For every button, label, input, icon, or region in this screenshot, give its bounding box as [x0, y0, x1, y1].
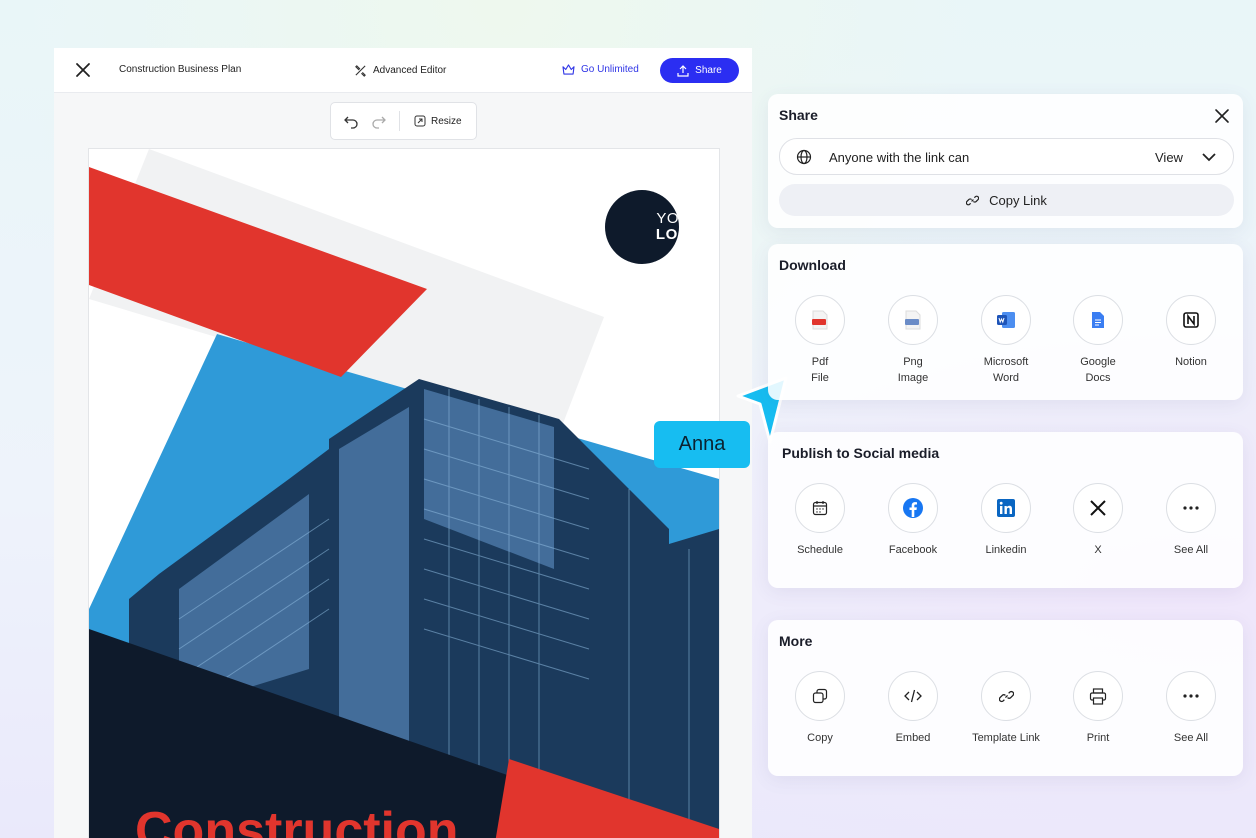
link-access-select[interactable]: Anyone with the link can View [779, 138, 1234, 175]
share-button[interactable]: Share [660, 58, 739, 83]
more-see-all[interactable]: See All [1151, 671, 1231, 746]
download-notion-label: Notion [1175, 356, 1207, 368]
social-x-label: X [1094, 544, 1102, 556]
download-word-line2: Word [992, 372, 1020, 384]
crown-icon [562, 64, 575, 75]
download-pdf[interactable]: Pdf File [780, 295, 860, 386]
resize-icon [414, 115, 426, 127]
social-linkedin-label: Linkedin [985, 544, 1027, 556]
upload-icon [677, 64, 689, 77]
resize-label: Resize [431, 115, 462, 127]
go-unlimited-label: Go Unlimited [581, 64, 639, 75]
linkedin-icon [997, 499, 1015, 517]
png-file-icon [905, 310, 921, 330]
pdf-file-icon [812, 310, 828, 330]
close-share-icon[interactable] [1214, 108, 1230, 124]
more-copy-label: Copy [807, 732, 833, 744]
social-panel: Publish to Social media Schedule Faceboo… [768, 432, 1243, 588]
link-access-text: Anyone with the link can [829, 150, 970, 165]
social-facebook[interactable]: Facebook [873, 483, 953, 558]
collaborator-label: Anna [654, 421, 750, 468]
toolbar-divider [399, 111, 400, 131]
download-png-line2: Image [897, 372, 929, 384]
canvas-toolbar: Resize [330, 102, 477, 140]
download-png-line1: Png [903, 356, 923, 368]
download-pdf-line1: Pdf [811, 356, 829, 368]
design-canvas[interactable]: YOUR LOGO Construction [88, 148, 720, 838]
more-dots-icon [1183, 506, 1199, 510]
go-unlimited-button[interactable]: Go Unlimited [562, 64, 639, 75]
advanced-editor-button[interactable]: Advanced Editor [354, 64, 446, 77]
document-title: Construction Business Plan [119, 64, 242, 75]
chevron-down-icon [1202, 153, 1216, 162]
download-google-docs[interactable]: Google Docs [1058, 295, 1138, 386]
copy-link-button[interactable]: Copy Link [779, 184, 1234, 216]
download-google-docs-line1: Google [1080, 356, 1116, 368]
share-button-label: Share [695, 65, 722, 76]
tools-icon [355, 65, 366, 77]
x-logo-icon [1090, 500, 1106, 516]
link-icon [998, 690, 1014, 702]
more-template-link-label: Template Link [972, 732, 1040, 744]
more-embed[interactable]: Embed [873, 671, 953, 746]
logo-line1: YOUR [656, 210, 702, 227]
download-png[interactable]: Png Image [873, 295, 953, 386]
download-word-line1: Microsoft [983, 356, 1029, 368]
advanced-editor-label: Advanced Editor [373, 65, 447, 76]
download-notion[interactable]: Notion [1151, 295, 1231, 370]
share-panel: Share Anyone with the link can View Copy… [768, 94, 1243, 228]
more-panel-title: More [779, 633, 813, 649]
close-icon[interactable] [74, 61, 92, 79]
download-google-docs-line2: Docs [1085, 372, 1111, 384]
permission-value: View [1155, 150, 1183, 165]
logo-line2: LOGO [655, 226, 703, 243]
editor-window: Construction Business Plan Advanced Edit… [54, 48, 752, 838]
code-icon [904, 689, 922, 703]
more-template-link[interactable]: Template Link [966, 671, 1046, 746]
more-copy[interactable]: Copy [780, 671, 860, 746]
more-dots-icon [1183, 694, 1199, 698]
more-print[interactable]: Print [1058, 671, 1138, 746]
download-pdf-line2: File [811, 372, 829, 384]
editor-topbar: Construction Business Plan Advanced Edit… [54, 48, 752, 93]
social-facebook-label: Facebook [888, 544, 938, 556]
social-see-all[interactable]: See All [1151, 483, 1231, 558]
social-linkedin[interactable]: Linkedin [966, 483, 1046, 558]
calendar-icon [812, 501, 828, 516]
facebook-icon [903, 498, 923, 518]
download-word[interactable]: Microsoft Word [966, 295, 1046, 386]
logo-placeholder[interactable]: YOUR LOGO [605, 190, 702, 264]
social-panel-title: Publish to Social media [782, 445, 940, 461]
copy-link-label: Copy Link [989, 192, 1047, 208]
social-see-all-label: See All [1173, 544, 1209, 556]
download-panel-title: Download [779, 257, 846, 273]
more-see-all-label: See All [1173, 732, 1209, 744]
link-icon [966, 195, 980, 205]
google-docs-icon [1092, 312, 1104, 328]
undo-icon[interactable] [343, 113, 359, 129]
redo-icon[interactable] [371, 113, 387, 129]
globe-icon [796, 149, 812, 165]
more-print-label: Print [1086, 732, 1110, 744]
printer-icon [1089, 687, 1107, 705]
cover-headline[interactable]: Construction [135, 801, 459, 838]
social-schedule-label: Schedule [797, 544, 843, 556]
notion-icon [1183, 312, 1199, 328]
share-panel-title: Share [779, 107, 818, 123]
microsoft-word-icon [997, 312, 1015, 328]
social-schedule[interactable]: Schedule [780, 483, 860, 558]
social-x[interactable]: X [1058, 483, 1138, 558]
download-panel: Download Pdf File Png Image Microsoft Word … [768, 244, 1243, 400]
more-embed-label: Embed [895, 732, 931, 744]
more-panel: More Copy Embed Template Link Print See … [768, 620, 1243, 776]
copy-icon [812, 688, 828, 704]
resize-button[interactable]: Resize [414, 115, 462, 127]
